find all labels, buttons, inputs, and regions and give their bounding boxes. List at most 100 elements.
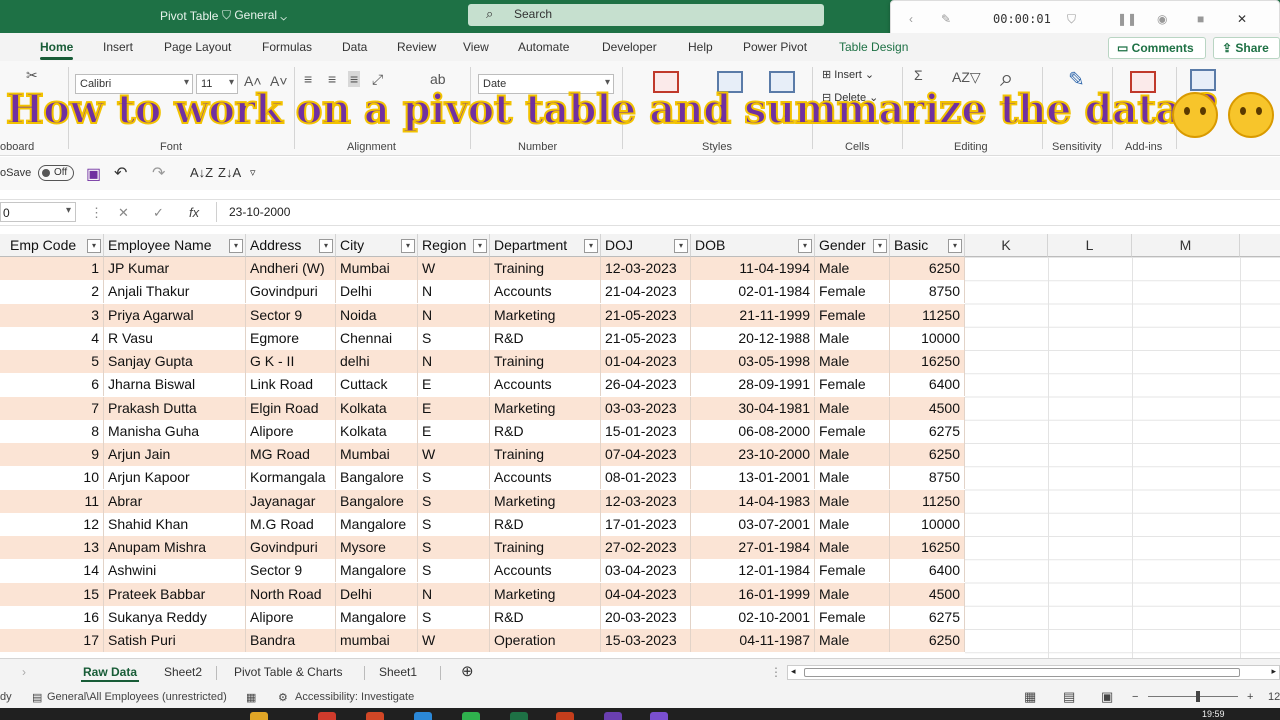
table-cell[interactable]: 20-03-2023 — [601, 605, 691, 629]
table-cell[interactable]: S — [418, 466, 490, 490]
table-cell[interactable]: E — [418, 396, 490, 420]
table-cell[interactable]: Govindpuri — [246, 536, 336, 559]
sort-ascending-icon[interactable]: A↓Z — [190, 165, 213, 180]
table-cell[interactable]: Training — [490, 257, 601, 280]
column-header[interactable]: Basic ▾ — [890, 234, 965, 257]
table-cell[interactable]: M.G Road — [246, 512, 336, 536]
table-cell[interactable]: Satish Puri — [104, 629, 246, 652]
worksheet-grid[interactable]: Emp Code ▾ Employee Name ▾ Address ▾ City ▾ Regi… — [0, 234, 1280, 658]
close-icon[interactable]: ✕ — [1237, 12, 1247, 26]
column-letter[interactable]: K — [965, 234, 1048, 257]
sensitivity-label[interactable]: ⛉ General ⌄ — [222, 8, 287, 23]
zoom-out-icon[interactable]: − — [1132, 691, 1138, 703]
table-cell[interactable]: Jharna Biswal — [104, 373, 246, 397]
table-cell[interactable]: Mysore — [336, 536, 418, 559]
table-cell[interactable]: 4500 — [890, 396, 965, 420]
tab-review[interactable]: Review — [397, 40, 436, 54]
column-letter[interactable]: M — [1132, 234, 1240, 257]
table-cell[interactable]: N — [418, 280, 490, 304]
tab-insert[interactable]: Insert — [103, 40, 133, 54]
table-cell[interactable]: Female — [815, 605, 890, 629]
sort-descending-icon[interactable]: Z↓A — [218, 165, 241, 180]
table-cell[interactable]: Delhi — [336, 582, 418, 606]
table-cell[interactable]: 16-01-1999 — [691, 582, 815, 606]
column-header[interactable]: Gender ▾ — [815, 234, 890, 257]
filter-dropdown-icon[interactable]: ▾ — [401, 239, 415, 253]
redo-icon[interactable]: ↷ — [152, 163, 165, 183]
table-cell[interactable]: 03-07-2001 — [691, 512, 815, 536]
table-cell[interactable]: 30-04-1981 — [691, 396, 815, 420]
table-cell[interactable]: Prakash Dutta — [104, 396, 246, 420]
table-cell[interactable]: Mumbai — [336, 443, 418, 466]
app-icon[interactable] — [650, 712, 668, 720]
table-cell[interactable]: Female — [815, 559, 890, 583]
table-cell[interactable]: Elgin Road — [246, 396, 336, 420]
table-cell[interactable]: 21-05-2023 — [601, 326, 691, 350]
table-cell[interactable]: 01-04-2023 — [601, 350, 691, 373]
table-cell[interactable]: 03-03-2023 — [601, 396, 691, 420]
table-cell[interactable]: S — [418, 512, 490, 536]
column-header[interactable]: Address ▾ — [246, 234, 336, 257]
table-cell[interactable]: Mangalore — [336, 512, 418, 536]
table-cell[interactable]: Egmore — [246, 326, 336, 350]
table-cell[interactable]: 4500 — [890, 582, 965, 606]
table-cell[interactable]: Marketing — [490, 489, 601, 513]
table-cell[interactable]: R&D — [490, 512, 601, 536]
zoom-slider-thumb[interactable] — [1196, 691, 1200, 702]
undo-icon[interactable]: ↶ — [114, 163, 127, 183]
horizontal-scrollbar[interactable]: ◂ ▸ — [787, 665, 1280, 680]
table-cell[interactable]: Prateek Babbar — [104, 582, 246, 606]
table-cell[interactable]: Male — [815, 257, 890, 280]
table-cell[interactable]: 10 — [0, 466, 104, 490]
table-cell[interactable]: Male — [815, 350, 890, 373]
tab-automate[interactable]: Automate — [518, 40, 569, 54]
sort-filter-icon[interactable]: AZ▽ — [952, 69, 981, 86]
table-cell[interactable]: Manisha Guha — [104, 419, 246, 443]
share-button[interactable]: ⇪ Share — [1213, 37, 1280, 59]
table-cell[interactable]: mumbai — [336, 629, 418, 652]
tab-table-design[interactable]: Table Design — [839, 40, 908, 54]
table-cell[interactable]: Mangalore — [336, 559, 418, 583]
table-cell[interactable]: 11-04-1994 — [691, 257, 815, 280]
table-cell[interactable]: Sukanya Reddy — [104, 605, 246, 629]
pause-icon[interactable]: ❚❚ — [1117, 12, 1137, 26]
table-cell[interactable]: Bandra — [246, 629, 336, 652]
filter-dropdown-icon[interactable]: ▾ — [948, 239, 962, 253]
table-cell[interactable]: Ashwini — [104, 559, 246, 583]
table-cell[interactable]: Accounts — [490, 373, 601, 397]
table-cell[interactable]: 16250 — [890, 350, 965, 373]
excel-icon[interactable] — [510, 712, 528, 720]
table-cell[interactable]: 15-03-2023 — [601, 629, 691, 652]
table-cell[interactable]: 27-01-1984 — [691, 536, 815, 559]
table-cell[interactable]: 8 — [0, 419, 104, 443]
filter-dropdown-icon[interactable]: ▾ — [319, 239, 333, 253]
column-header[interactable]: DOB ▾ — [691, 234, 815, 257]
tab-view[interactable]: View — [463, 40, 489, 54]
table-cell[interactable]: R&D — [490, 605, 601, 629]
add-sheet-icon[interactable]: ⊕ — [461, 662, 474, 680]
app-icon[interactable] — [604, 712, 622, 720]
accessibility-status[interactable]: Accessibility: Investigate — [295, 691, 414, 703]
sheet-tab-sheet1[interactable]: Sheet1 — [379, 665, 417, 679]
table-cell[interactable]: Male — [815, 536, 890, 559]
table-cell[interactable]: Jayanagar — [246, 489, 336, 513]
normal-view-icon[interactable]: ▦ — [1024, 689, 1036, 705]
filter-dropdown-icon[interactable]: ▾ — [584, 239, 598, 253]
table-cell[interactable]: Accounts — [490, 559, 601, 583]
table-cell[interactable]: 03-04-2023 — [601, 559, 691, 583]
table-cell[interactable]: Priya Agarwal — [104, 303, 246, 327]
sheet-tab-pivot-table-charts[interactable]: Pivot Table & Charts — [234, 665, 343, 679]
table-cell[interactable]: 15-01-2023 — [601, 419, 691, 443]
customize-qat-icon[interactable]: ▿ — [250, 166, 256, 179]
table-cell[interactable]: 02-01-1984 — [691, 280, 815, 304]
table-cell[interactable]: 03-05-1998 — [691, 350, 815, 373]
table-cell[interactable]: Marketing — [490, 582, 601, 606]
table-cell[interactable]: 3 — [0, 303, 104, 327]
table-cell[interactable]: 11 — [0, 489, 104, 513]
table-cell[interactable]: Male — [815, 489, 890, 513]
table-cell[interactable]: E — [418, 373, 490, 397]
filter-dropdown-icon[interactable]: ▾ — [473, 239, 487, 253]
filter-dropdown-icon[interactable]: ▾ — [87, 239, 101, 253]
table-cell[interactable]: 12 — [0, 512, 104, 536]
table-cell[interactable]: S — [418, 489, 490, 513]
